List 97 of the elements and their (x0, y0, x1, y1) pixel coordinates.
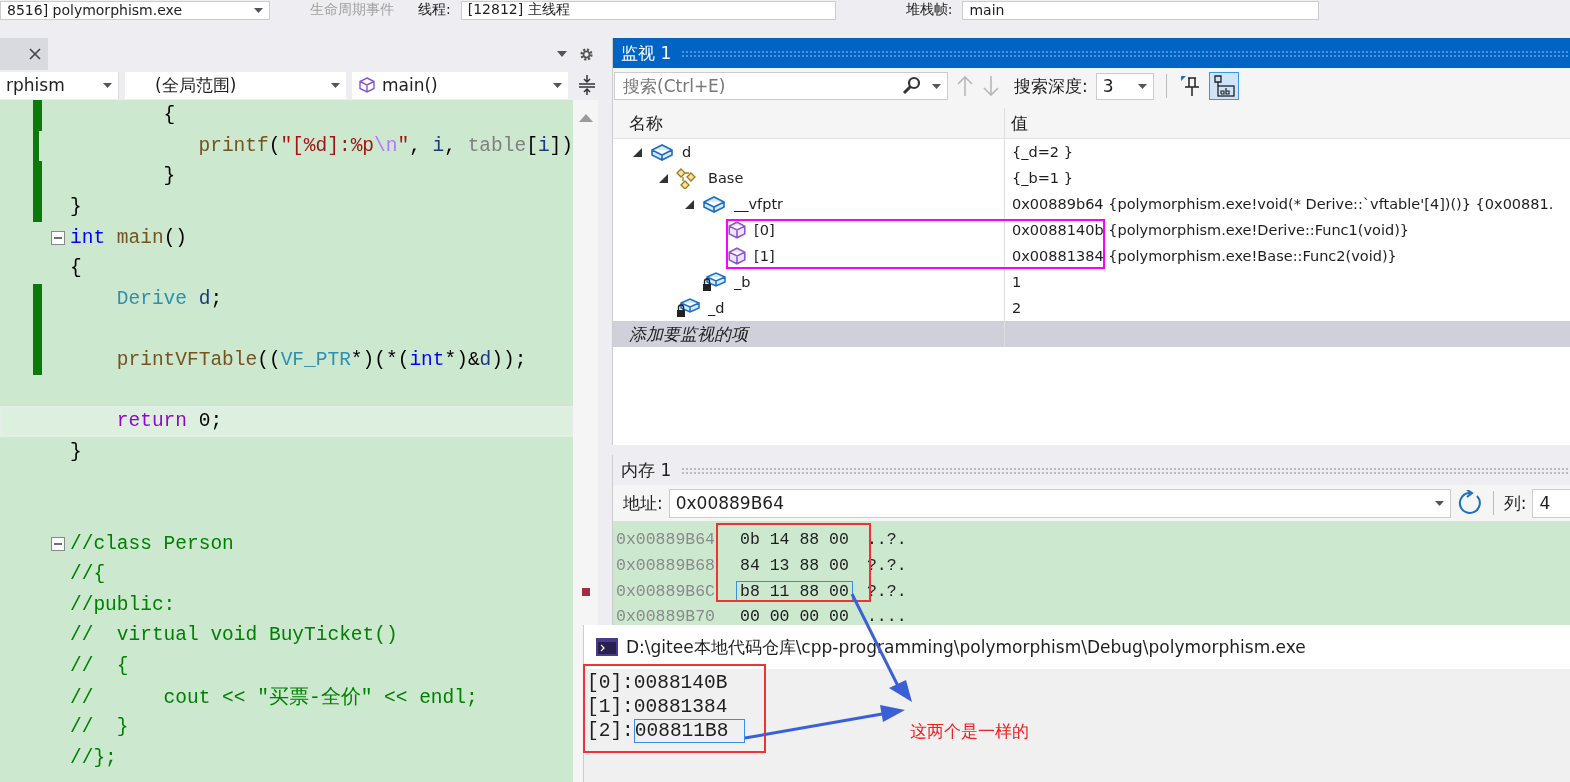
code-comment: // virtual void BuyTicket() (70, 624, 398, 647)
annotation-text: 这两个是一样的 (910, 720, 1029, 743)
code-line: } (70, 196, 82, 219)
console-output: [1]:00881384 (586, 695, 728, 719)
split-icon[interactable] (576, 73, 598, 97)
caret-icon (1137, 83, 1147, 89)
expander-icon[interactable] (685, 199, 694, 209)
thread-label: 线程: (418, 1, 451, 19)
pin-icon[interactable] (1178, 74, 1201, 98)
code-line: { (162, 104, 176, 127)
code-comment: //class Person (70, 532, 234, 555)
memory-address: 0x00889B6C (615, 581, 717, 601)
variable-name: [1] (754, 248, 775, 264)
variable-value: 0x0088140b {polymorphism.exe!Derive::Func1(void)} (1011, 222, 1409, 238)
memory-bytes[interactable]: 0b 14 88 00 (736, 529, 853, 551)
code-line: } (70, 440, 82, 463)
variable-value: 0x00881384 {polymorphism.exe!Base::Func2(void)} (1011, 248, 1397, 264)
variable-value: 1 (1011, 274, 1022, 290)
caret-icon (103, 82, 112, 88)
expander-icon[interactable] (659, 173, 668, 183)
search-box[interactable]: 搜索(Ctrl+E) (614, 72, 948, 100)
code-line: return 0; (115, 410, 223, 433)
dropdown-caret-icon[interactable] (557, 51, 567, 57)
address-label: 地址: (623, 491, 663, 515)
pin-text-icon (1211, 74, 1236, 98)
column-header[interactable]: 值 (1005, 108, 1570, 138)
private-field-icon (675, 297, 701, 319)
depth-dropdown[interactable]: 3 (1095, 72, 1154, 100)
search-icon[interactable] (902, 76, 922, 96)
project-dropdown[interactable]: rphism (0, 71, 119, 99)
collapse-icon[interactable] (51, 536, 65, 551)
memory-bytes[interactable]: 00 00 00 00 (736, 606, 853, 628)
settings-icon[interactable] (579, 46, 594, 62)
code-line: int main() (70, 226, 188, 249)
memory-address: 0x00889B68 (615, 556, 717, 576)
variable-value: {_d=2 } (1011, 144, 1073, 160)
search-field[interactable]: 搜索(Ctrl+E) (621, 75, 898, 97)
variable-value: {_b=1 } (1011, 170, 1073, 186)
variable-name: __vfptr (734, 196, 784, 212)
process-dropdown[interactable]: 8516] polymorphism.exe (0, 0, 270, 20)
column-header[interactable]: 名称 (613, 108, 1005, 138)
frame-label: 堆栈帧: (905, 1, 953, 19)
variable-name: _d (708, 300, 725, 316)
watch-title: 监视 1 (621, 41, 672, 65)
address-field[interactable]: 0x00889B64 (668, 488, 1451, 518)
code-line: Derive d; (115, 287, 223, 310)
hex-toggle-button[interactable] (1208, 72, 1239, 100)
code-comment: //{ (70, 563, 106, 586)
caret-icon (1434, 500, 1444, 506)
code-comment: //public: (70, 593, 176, 616)
columns-label: 列: (1503, 491, 1527, 515)
refresh-icon[interactable] (1456, 490, 1483, 516)
memory-address: 0x00889B70 (615, 607, 717, 627)
depth-label: 搜索深度: (1014, 74, 1088, 98)
memory-chars: ..?. (866, 530, 907, 550)
memory-chars: .... (866, 607, 907, 627)
code-line: printf("[%d]:%p\n", i, table[i]) (197, 134, 573, 157)
collapse-icon[interactable] (51, 230, 65, 245)
add-watch-hint[interactable]: 添加要监视的项 (613, 322, 748, 346)
caret-icon (331, 82, 340, 88)
memory-title: 内存 1 (621, 458, 672, 482)
code-line: { (70, 257, 82, 280)
memory-bytes[interactable]: 84 13 88 00 (736, 555, 853, 577)
code-comment: // { (70, 655, 129, 677)
object-icon (649, 142, 675, 162)
console-output: [0]:0088140B (586, 671, 728, 695)
variable-name: [0] (754, 222, 775, 238)
memory-bytes[interactable]: b8 11 88 00 (736, 580, 853, 602)
variable-name: _b (734, 274, 751, 290)
memory-address: 0x00889B64 (615, 530, 717, 550)
stack-frame-dropdown[interactable]: main (962, 0, 1320, 20)
code-comment: // cout << "买票-全价" << endl; (70, 686, 478, 711)
code-comment: // } (70, 716, 129, 739)
cube-icon (727, 220, 747, 240)
member-dropdown[interactable]: main() (352, 71, 568, 99)
variable-name: d (682, 144, 692, 160)
caret-icon (553, 82, 562, 88)
scroll-up-icon[interactable] (578, 114, 593, 122)
close-icon[interactable] (28, 47, 42, 61)
private-field-icon (701, 271, 727, 293)
caret-icon (254, 7, 263, 13)
variable-value: 0x00889b64 {polymorphism.exe!void(* Derive::`vftable'[4])()} {0x00881. (1011, 196, 1554, 212)
caret-icon (932, 83, 941, 89)
cube-icon (727, 246, 747, 266)
code-comment: //}; (70, 746, 117, 769)
variable-value: 2 (1011, 300, 1022, 316)
expander-icon[interactable] (633, 147, 642, 157)
variable-name: Base (708, 170, 744, 186)
error-marker (582, 588, 590, 596)
columns-field[interactable]: 4 (1532, 488, 1570, 518)
scope-dropdown[interactable]: (全局范围) (125, 71, 346, 99)
code-line: } (162, 165, 176, 188)
object-icon (701, 194, 727, 214)
thread-dropdown[interactable]: [12812] 主线程 (460, 0, 836, 20)
code-line: printVFTable((VF_PTR*)(*(int*)&d)); (115, 349, 527, 372)
console-icon (596, 638, 618, 656)
cube-icon (358, 76, 376, 94)
